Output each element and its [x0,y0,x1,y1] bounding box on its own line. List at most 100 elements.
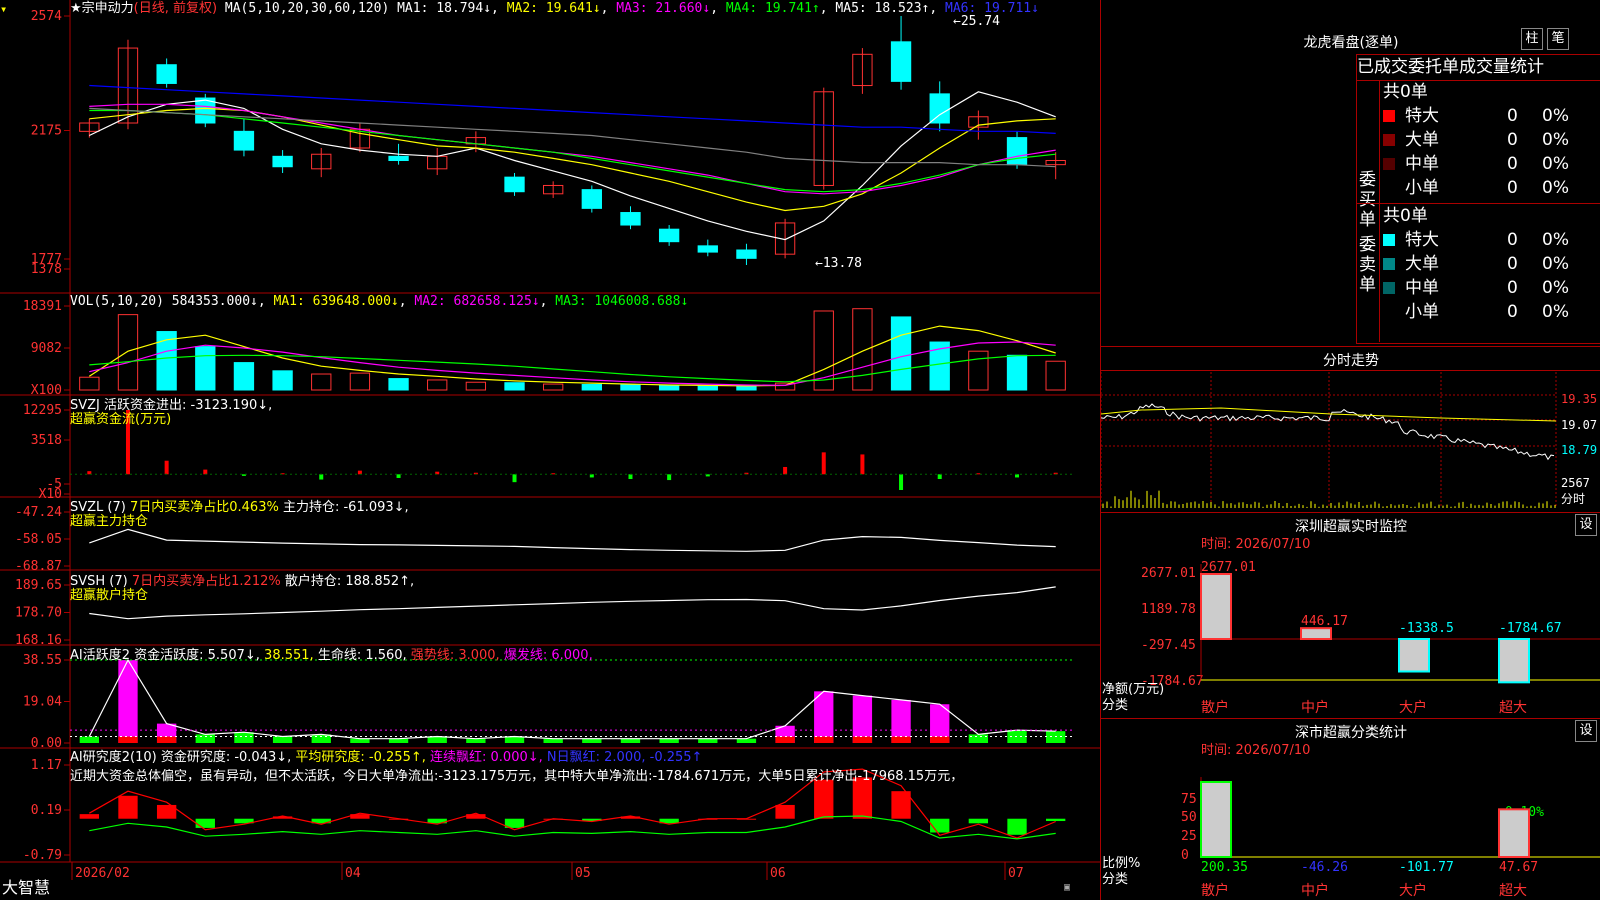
ai-38: 38.551, [264,648,314,663]
sz-bar [1498,638,1530,684]
volume-bar [1006,354,1028,391]
y-tick-label: 3518 [31,433,62,448]
price-pane-header: ★宗申动力(日线, 前复权) MA(5,10,20,30,60,120) MA1… [70,1,1039,16]
minute-price-line [1101,403,1555,461]
activity-bar [388,738,409,743]
activity-bar [427,736,447,743]
activity-bar [659,738,679,743]
vol-pane-header: VOL(5,10,20) 584353.000↓, MA1: 639648.00… [70,294,689,309]
research-bar [814,779,834,819]
sz-category-label: 散户 [1201,699,1229,716]
ma5-value: MA5: 18.523↑ [835,1,930,16]
ai-header: AI活跃度2 资金活跃度: 5.507↓, 38.551, 生命线: 1.560… [70,648,593,664]
fund-flow-bar [783,466,788,475]
activity-bar-base [930,736,950,743]
sz-bar-value: 2677.01 [1201,560,1256,575]
volume-bar [890,316,912,391]
volume-bar [620,384,641,391]
fund-flow-bar [821,452,826,475]
volume-bar [504,382,525,391]
ai-life: 生命线: 1.560, [317,648,407,663]
date-label: 07 [1008,866,1024,881]
ai-strong: 强势线: 3.000, [410,648,500,663]
corner-menu-icon[interactable]: ▾ [0,1,7,17]
research-avg-line [89,815,1056,840]
ai-name: AI活跃度2 [70,648,130,663]
main-force-line [89,528,1056,552]
activity-bar [968,734,989,743]
air-value: 资金研究度: -0.043↓, [160,750,292,765]
cls-bar-value: 200.35 [1201,860,1248,875]
activity-line [88,658,1056,740]
air-lx: 连续飘红: 0.000↓, [430,750,543,765]
retail-line [89,586,1056,620]
date-label: 04 [345,866,361,881]
volume-bar [543,383,564,391]
air-avg: 平均研究度: -0.255↑, [295,750,426,765]
cls-bar [1200,781,1232,858]
research-bar [930,818,950,833]
activity-bar [736,738,757,743]
ma3-value: MA3: 21.660↓ [616,1,711,16]
y-tick-label: -0.79 [23,848,62,863]
candle-body [388,155,409,161]
lock-icon[interactable]: ▣ [1064,880,1070,896]
y-tick-label: 9082 [31,341,62,356]
fund-flow-bar [164,460,169,475]
y-tick-label: 1.17 [31,758,62,773]
date-label: 2026/02 [75,866,130,881]
svzl-ratio: 7日内买卖净占比0.463% [129,500,279,515]
activity-bar [1046,731,1066,743]
y-tick-label: 168.16 [15,633,62,648]
air-header: AI研究度2(10) 资金研究度: -0.043↓, 平均研究度: -0.255… [70,750,702,766]
cls-bar-value: -46.26 [1301,860,1348,875]
activity-bar [620,738,641,743]
candle-body [272,155,293,168]
candle-body [233,130,255,151]
volume-bar [427,379,448,391]
activity-bar [814,691,834,743]
svzl-value: 主力持仓: -61.093↓, [282,500,409,515]
y-tick-label: 1378 [31,262,62,277]
sz-bar-value: 446.17 [1301,614,1348,629]
y-tick-label: 178.70 [15,606,62,621]
volume-bar [658,384,680,391]
sz-category-label: 超大 [1499,700,1527,716]
volume-bar [311,373,332,391]
volume-bar [1045,360,1066,391]
research-bar [1046,818,1066,822]
right-panel-graphics: 2677.01446.17 -1338.5 -1784.67散户 中户 大户 超大200.… [1101,372,1600,899]
cls-category-label: 大户 [1399,882,1427,899]
cls-category-label: 超大 [1499,883,1527,899]
fund-flow-bar [357,470,362,475]
activity-bar [504,736,525,743]
y-tick-label: 12295 [23,403,62,418]
svzj-subheader: 超赢资金流(万元) [70,412,172,427]
y-tick-label: X10 [39,487,62,502]
high-price-label: ←25.74 [953,14,1000,29]
volume-bar [117,314,139,391]
kline-mode: (日线, 前复权) [133,1,218,16]
volume-bar [968,350,989,391]
volume-bar [79,376,100,391]
y-tick-label: 189.65 [15,578,62,593]
sz-category-label: 大户 [1399,699,1427,716]
volume-bar [349,372,371,391]
volume-bar [272,370,293,391]
ma2-value: MA2: 19.641↓ [506,1,601,16]
candle-body [697,245,718,253]
activity-bar-base [852,736,873,743]
fund-flow-bar [203,469,208,475]
activity-bar [582,738,602,743]
activity-bar-base [156,736,177,743]
y-tick-label: 18391 [23,299,62,314]
ai-burst: 爆发线: 6.000, [503,648,593,663]
brand-logo: 大智慧 [2,878,51,897]
cls-bar-value: -101.77 [1399,860,1454,875]
activity-bar [852,695,873,743]
low-price-label: ←13.78 [815,256,862,271]
vol-ma3: MA3: 1046008.688↓ [555,294,689,309]
sz-bar-value: -1784.67 [1499,621,1562,636]
ma-line-ma4 [89,109,1056,193]
svsh-subheader: 超赢散户持仓 [70,588,149,603]
